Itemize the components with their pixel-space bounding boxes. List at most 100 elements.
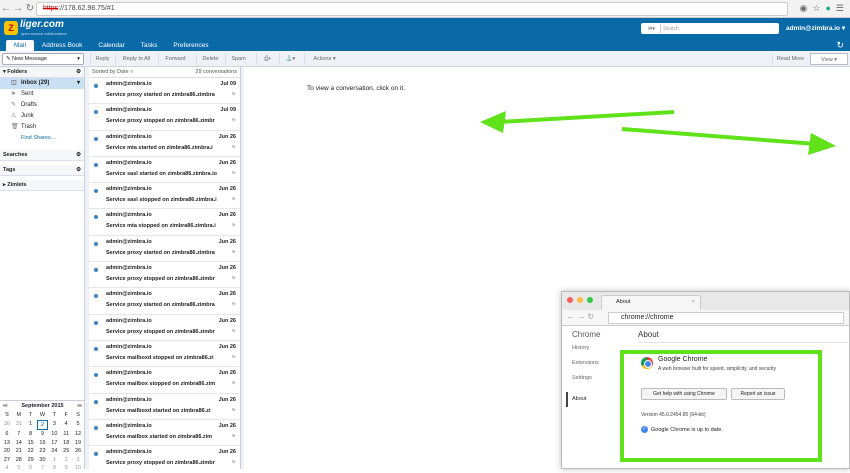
- prev-year-icon[interactable]: «‹: [3, 403, 8, 409]
- list-item[interactable]: admin@zimbra.io Jun 26 Service proxy stopp…: [89, 262, 240, 289]
- chrome-tab[interactable]: About ×: [601, 295, 701, 310]
- sidebar-item-trash[interactable]: 🗑 Trash: [0, 122, 84, 133]
- sort-dropdown[interactable]: Sorted by Date ▿: [92, 67, 133, 77]
- next-year-icon[interactable]: ›»: [77, 403, 82, 409]
- calendar-day[interactable]: 25: [60, 447, 72, 456]
- calendar-day[interactable]: 12: [72, 430, 84, 439]
- zimlets-header[interactable]: ▸ Zimlets: [0, 180, 84, 191]
- calendar-day[interactable]: 6: [25, 464, 37, 473]
- list-item[interactable]: admin@zimbra.io Jun 26 Service proxy stopp…: [89, 315, 240, 341]
- flag-icon[interactable]: ⚑: [231, 197, 236, 203]
- report-issue-button[interactable]: Report an issue: [731, 388, 785, 400]
- tag-icon[interactable]: ⚓▾: [279, 53, 301, 65]
- calendar-day[interactable]: 9: [60, 464, 72, 473]
- sidebar-item-sent[interactable]: ➤ Sent: [0, 89, 84, 100]
- flag-icon[interactable]: ⚑: [231, 171, 236, 177]
- calendar-day[interactable]: 21: [13, 447, 25, 456]
- flag-icon[interactable]: ⚑: [231, 276, 236, 282]
- nav-extensions[interactable]: Extensions: [572, 356, 627, 371]
- chrome-nav-icons[interactable]: ← → ↻: [567, 312, 594, 321]
- list-item[interactable]: admin@zimbra.io Jun 26 Service proxy start…: [89, 288, 240, 315]
- flag-icon[interactable]: ⚑: [231, 460, 236, 466]
- calendar-day[interactable]: 3: [48, 420, 60, 431]
- calendar-day[interactable]: 26: [72, 447, 84, 456]
- calendar-day[interactable]: 4: [60, 420, 72, 431]
- menu-icon[interactable]: ☰: [836, 3, 844, 14]
- calendar-day[interactable]: 24: [48, 447, 60, 456]
- gear-icon[interactable]: ⚙: [76, 150, 81, 161]
- nav-settings[interactable]: Settings: [572, 371, 627, 386]
- eye-icon[interactable]: ◉: [800, 3, 808, 14]
- calendar-day[interactable]: 10: [48, 430, 60, 439]
- sidebar-item-junk[interactable]: ⚠ Junk: [0, 111, 84, 122]
- view-button[interactable]: View ▾: [810, 53, 848, 65]
- forward-icon[interactable]: →: [12, 2, 24, 16]
- calendar-day[interactable]: 7: [37, 464, 49, 473]
- calendar-day[interactable]: 6: [1, 430, 13, 439]
- tab-address-book[interactable]: Address Book: [34, 40, 90, 51]
- calendar-day[interactable]: 15: [25, 439, 37, 448]
- calendar-day[interactable]: 8: [25, 430, 37, 439]
- list-item[interactable]: admin@zimbra.io Jun 26 Service sasl starte…: [89, 157, 240, 184]
- bookmark-star-icon[interactable]: ☆: [812, 3, 820, 14]
- chevron-down-icon[interactable]: ▾: [77, 78, 80, 89]
- forward-button[interactable]: Forward: [158, 53, 192, 65]
- flag-icon[interactable]: ⚑: [231, 329, 236, 335]
- list-item[interactable]: admin@zimbra.io Jun 26 Service mailbox sto…: [89, 367, 240, 394]
- actions-button[interactable]: Actions ▾: [304, 53, 344, 65]
- calendar-day[interactable]: 10: [72, 464, 84, 473]
- read-more-button[interactable]: Read More: [772, 53, 808, 65]
- calendar-day[interactable]: 2: [36, 419, 49, 430]
- address-bar[interactable]: https://178.62.98.75/#1: [36, 2, 788, 16]
- tags-header[interactable]: Tags ⚙: [0, 165, 84, 176]
- flag-icon[interactable]: ⚑: [231, 355, 236, 361]
- flag-icon[interactable]: ⚑: [231, 302, 236, 308]
- calendar-day[interactable]: 1: [48, 456, 60, 465]
- reply-button[interactable]: Reply: [90, 53, 114, 65]
- close-window-icon[interactable]: [567, 297, 573, 303]
- refresh-icon[interactable]: ↻: [836, 40, 844, 51]
- list-item[interactable]: admin@zimbra.io Jun 26 Service proxy stopp…: [89, 446, 240, 469]
- minimize-window-icon[interactable]: [577, 297, 583, 303]
- folders-header[interactable]: ▾ Folders ⚙: [0, 67, 84, 78]
- find-shares-link[interactable]: Find Shares...: [0, 133, 84, 144]
- calendar-day[interactable]: 29: [25, 456, 37, 465]
- calendar-day[interactable]: 20: [1, 447, 13, 456]
- tab-preferences[interactable]: Preferences: [165, 40, 216, 51]
- calendar-day[interactable]: 28: [13, 456, 25, 465]
- sidebar-item-inbox[interactable]: ◫ Inbox (29) ▾: [0, 78, 84, 89]
- delete-button[interactable]: Delete: [196, 53, 224, 65]
- get-help-button[interactable]: Get help with using Chrome: [641, 388, 727, 400]
- flag-icon[interactable]: ⚑: [231, 118, 236, 124]
- flag-icon[interactable]: ⚑: [231, 408, 236, 414]
- calendar-day[interactable]: 30: [1, 420, 13, 431]
- search-input[interactable]: ✉▾ Search: [641, 23, 779, 34]
- list-item[interactable]: admin@zimbra.io Jun 26 Service mailbox sta…: [89, 420, 240, 447]
- calendar-day[interactable]: 19: [72, 439, 84, 448]
- list-item[interactable]: admin@zimbra.io Jun 26 Service mailboxd st…: [89, 394, 240, 420]
- calendar-day[interactable]: 2: [60, 456, 72, 465]
- back-icon[interactable]: ←: [0, 2, 12, 16]
- calendar-day[interactable]: 31: [13, 420, 25, 431]
- nav-history[interactable]: History: [572, 341, 627, 356]
- list-item[interactable]: admin@zimbra.io Jun 26 Service mailboxd st…: [89, 341, 240, 368]
- extension-icon[interactable]: ●: [825, 3, 830, 14]
- maximize-window-icon[interactable]: [587, 297, 593, 303]
- list-item[interactable]: admin@zimbra.io Jul 09 Service proxy start…: [89, 78, 240, 105]
- calendar-day[interactable]: 3: [72, 456, 84, 465]
- gear-icon[interactable]: ⚙: [76, 165, 81, 176]
- calendar-day[interactable]: 5: [13, 464, 25, 473]
- flag-icon[interactable]: ⚑: [231, 223, 236, 229]
- print-icon[interactable]: ⎙▾: [256, 53, 278, 65]
- tab-calendar[interactable]: Calendar: [90, 40, 132, 51]
- nav-about[interactable]: About: [566, 392, 627, 407]
- list-item[interactable]: admin@zimbra.io Jun 26 Service proxy start…: [89, 236, 240, 263]
- search-type-select[interactable]: ✉▾: [643, 24, 661, 33]
- tab-tasks[interactable]: Tasks: [133, 40, 166, 51]
- calendar-day[interactable]: 11: [60, 430, 72, 439]
- calendar-day[interactable]: 7: [13, 430, 25, 439]
- calendar-day[interactable]: 8: [48, 464, 60, 473]
- calendar-day[interactable]: 13: [1, 439, 13, 448]
- reply-all-button[interactable]: Reply to All: [115, 53, 157, 65]
- list-item[interactable]: admin@zimbra.io Jun 26 Service mta stopped…: [89, 209, 240, 236]
